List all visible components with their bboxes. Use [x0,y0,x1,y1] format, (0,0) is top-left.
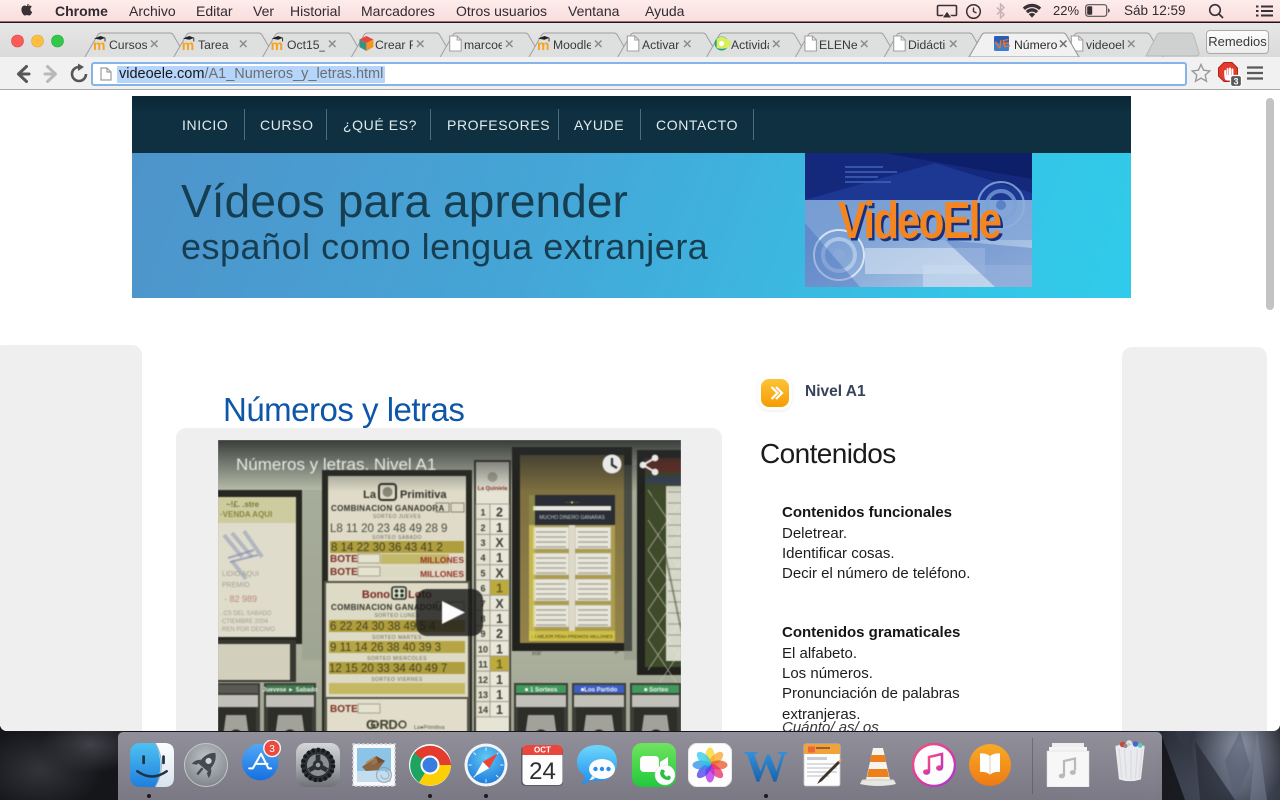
svg-text:Moodle: Moodle [553,38,593,52]
svg-text:marcoe: marcoe [464,38,505,52]
svg-text:24: 24 [529,758,556,785]
svg-text:VideoEle: VideoEle [838,192,1001,250]
svg-text:Oct15_: Oct15_ [287,38,327,52]
svg-text:OCT: OCT [534,746,551,755]
svg-text:Tarea: Tarea [198,38,229,52]
svg-text:videoel: videoel [1086,38,1125,52]
svg-text:Crear R: Crear R [375,38,418,52]
svg-text:Activar: Activar [642,38,679,52]
svg-text:W: W [744,743,788,787]
svg-text:Cursos: Cursos [109,38,148,52]
svg-text:3: 3 [269,744,275,755]
svg-text:ELENet: ELENet [819,38,862,52]
svg-text:Número: Número [1014,38,1058,52]
svg-text:Activida: Activida [731,38,774,52]
svg-text:3: 3 [1233,77,1238,87]
svg-text:Didácti: Didácti [908,38,945,52]
